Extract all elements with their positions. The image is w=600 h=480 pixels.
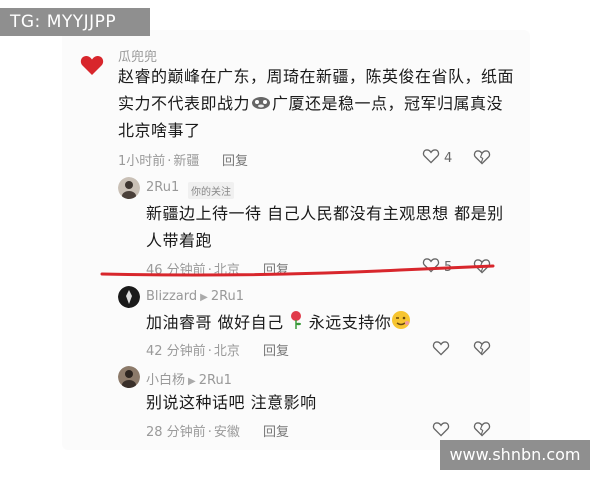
wink-face-icon: [391, 310, 411, 338]
watermark-bottom: www.shnbn.com: [440, 440, 590, 470]
comment-2-line-1: 新疆边上待一待 自己人民都没有主观思想 都是别: [146, 204, 504, 223]
dog-emoji-icon: [250, 91, 272, 118]
comment-4-reply-to[interactable]: 2Ru1: [199, 373, 232, 388]
comment-1-line-2-rest: 广厦还是稳一点，冠军归属真没: [272, 94, 504, 113]
comment-1-line-2-text: 实力不代表即战力: [118, 94, 251, 113]
heart-icon[interactable]: [80, 54, 104, 76]
comment-3-author[interactable]: Blizzard: [146, 289, 197, 304]
comment-4-line-1: 别说这种话吧 注意影响: [146, 393, 317, 412]
comment-3-line-1: 加油睿哥 做好自己 永远支持你: [146, 309, 411, 338]
comment-1-reply-button[interactable]: 回复: [222, 150, 248, 169]
avatar[interactable]: [118, 366, 140, 388]
comment-4-meta: 28 分钟前 · 安徽: [146, 425, 240, 440]
comment-3-reply-to[interactable]: 2Ru1: [211, 289, 244, 304]
comment-2-line-2: 人带着跑: [146, 231, 213, 250]
comment-3-reply-button[interactable]: 回复: [263, 340, 289, 359]
dislike-icon[interactable]: [472, 338, 492, 358]
comment-4-time: 28 分钟前: [146, 425, 206, 440]
comment-3-text-part-1: 加油睿哥 做好自己: [146, 313, 284, 332]
comment-3-location: 北京: [213, 344, 240, 359]
comment-4-author[interactable]: 小白杨: [146, 373, 185, 388]
dislike-icon[interactable]: [472, 419, 492, 439]
avatar[interactable]: [118, 286, 140, 308]
reply-arrow-icon: ▶: [188, 376, 196, 387]
like-heart-icon[interactable]: [431, 419, 451, 439]
comment-4-reply-button[interactable]: 回复: [263, 421, 289, 440]
comment-3-text-part-2: 永远支持你: [308, 313, 392, 332]
comment-1-line-3: 北京啥事了: [118, 121, 201, 140]
comment-3-username[interactable]: Blizzard ▶ 2Ru1: [146, 289, 244, 304]
comment-1-line-1: 赵睿的巅峰在广东，周琦在新疆，陈英俊在省队，纸面: [118, 67, 515, 86]
comment-4-username[interactable]: 小白杨 ▶ 2Ru1: [146, 369, 232, 388]
heart-outline-icon: [422, 148, 440, 168]
red-underline-annotation: [100, 264, 495, 277]
rose-icon: [289, 310, 303, 338]
comment-1-like-button[interactable]: 4: [422, 148, 452, 168]
like-heart-icon[interactable]: [431, 338, 451, 358]
comment-3-meta: 42 分钟前 · 北京: [146, 344, 240, 359]
comment-1-like-count: 4: [444, 150, 453, 166]
comment-1-time: 1小时前: [118, 154, 166, 169]
comment-3-time: 42 分钟前: [146, 344, 206, 359]
dislike-icon[interactable]: [472, 147, 492, 167]
comment-1-location: 新疆: [173, 154, 200, 169]
avatar[interactable]: [118, 177, 140, 199]
reply-arrow-icon: ▶: [200, 292, 208, 303]
follow-badge: 你的关注: [188, 182, 234, 199]
comment-4-location: 安徽: [213, 425, 240, 440]
comment-2-username[interactable]: 2Ru1: [146, 180, 179, 195]
comment-1-meta: 1小时前 · 新疆: [118, 154, 200, 169]
watermark-top: TG: MYYJJPP: [0, 8, 150, 36]
comment-1-line-2: 实力不代表即战力 广厦还是稳一点，冠军归属真没: [118, 90, 503, 118]
